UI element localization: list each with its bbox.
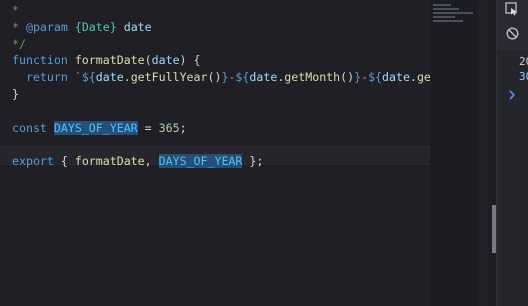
side-panel-value: 20 [519, 55, 528, 68]
code-line[interactable]: * [12, 2, 430, 19]
code-token: 365 [158, 120, 180, 135]
code-token: ( [144, 53, 152, 68]
side-panel-value: 30 [519, 70, 528, 83]
minimap[interactable] [430, 0, 478, 306]
code-token: { [53, 154, 75, 169]
code-token: date [249, 70, 278, 85]
code-token: , [144, 154, 159, 169]
code-token: * [12, 3, 19, 17]
chevron-right-icon[interactable] [508, 90, 516, 100]
code-token: date [116, 19, 152, 34]
code-line[interactable]: const DAYS_OF_YEAR = 365; [12, 120, 430, 137]
code-line[interactable] [12, 136, 430, 153]
minimap-line [433, 8, 459, 10]
code-token: . [123, 70, 131, 85]
code-token: const [12, 120, 47, 135]
code-token: }; [242, 154, 264, 169]
side-panel: 20 30 [496, 0, 528, 306]
code-line[interactable]: * @param {Date} date [12, 19, 430, 36]
code-token: export [12, 154, 54, 169]
code-token: ) { [179, 53, 201, 68]
code-token: formatDate [74, 154, 145, 169]
no-entry-icon[interactable] [506, 27, 519, 40]
code-token: */ [12, 36, 26, 51]
vertical-scrollbar[interactable] [478, 0, 488, 306]
code-token: date [382, 70, 410, 85]
code-token: getMonth [284, 70, 341, 85]
code-token: return [25, 70, 68, 85]
code-token: ${ [368, 70, 383, 85]
minimap-line [433, 12, 473, 14]
code-token: getDate [416, 70, 430, 85]
code-token: date [151, 53, 180, 68]
code-editor[interactable]: * * @param {Date} date */function formatDa… [0, 0, 430, 306]
code-lines[interactable]: * * @param {Date} date */function formatDa… [12, 2, 430, 170]
code-token: date [95, 70, 124, 85]
code-token: () [340, 70, 355, 85]
code-token: getFullYear [130, 70, 208, 85]
minimap-line [433, 16, 455, 18]
code-token: @param [25, 19, 68, 34]
minimap-line [433, 4, 451, 6]
code-token: ${ [235, 70, 250, 85]
code-token: DAYS_OF_YEAR [53, 120, 138, 135]
code-token: } [12, 86, 19, 101]
code-token: formatDate [74, 53, 145, 68]
code-line[interactable]: } [12, 86, 430, 103]
code-line[interactable]: export { formatDate, DAYS_OF_YEAR }; [12, 153, 430, 170]
code-token: . [409, 70, 417, 85]
code-line[interactable]: function formatDate(date) { [12, 52, 430, 69]
code-token: () [207, 70, 222, 85]
code-token: * [12, 19, 26, 34]
minimap-line [433, 20, 463, 22]
cursor-select-icon[interactable] [505, 2, 519, 16]
code-line[interactable]: */ [12, 36, 430, 53]
code-token: ` [74, 70, 82, 85]
code-token: DAYS_OF_YEAR [158, 154, 243, 169]
code-line[interactable] [12, 103, 430, 120]
code-token: ${ [81, 70, 96, 85]
code-token: function [12, 53, 68, 68]
code-token: {Date} [74, 19, 117, 34]
code-token: ; [179, 120, 187, 135]
code-line[interactable]: return `${date.getFullYear()}-${date.get… [12, 69, 430, 86]
code-token: = [137, 120, 159, 135]
